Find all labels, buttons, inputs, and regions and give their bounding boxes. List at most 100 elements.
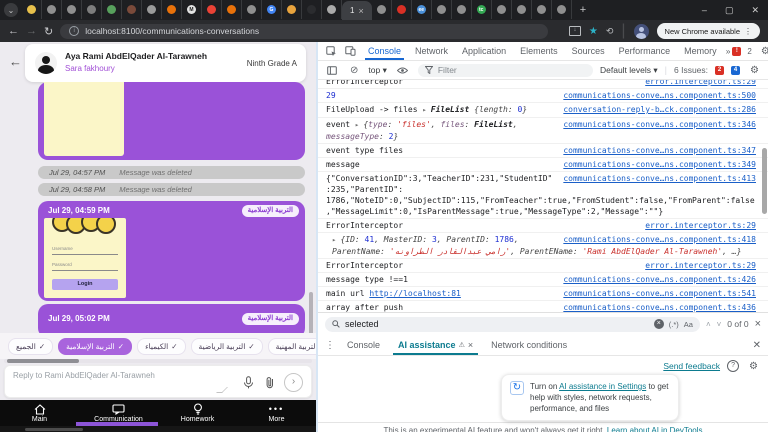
nav-more[interactable]: ••• More [237,400,316,426]
bookmark-star-icon[interactable]: ★ [589,26,598,37]
error-badge-icon[interactable]: ! [732,47,741,56]
search-prev-icon[interactable]: ˄ [706,320,711,329]
devtools-tab-sources[interactable]: Sources [565,42,612,60]
device-toolbar-icon[interactable] [342,46,359,56]
source-link[interactable]: error.interceptor.ts:29 [645,80,756,87]
site-info-icon[interactable]: i [69,26,79,36]
source-link[interactable]: communications-conve…ns.component.ts:347 [563,145,756,156]
source-link[interactable]: communications-conve…ns.component.ts:426 [563,274,756,285]
inspect-element-icon[interactable] [323,46,340,57]
devtools-tab-elements[interactable]: Elements [513,42,565,60]
drawer-tab-close-icon[interactable]: × [468,340,473,350]
browser-tab[interactable] [552,0,572,19]
drawer-close-icon[interactable]: ✕ [750,340,764,351]
ai-settings-link[interactable]: AI assistance in Settings [559,382,646,391]
window-close-button[interactable]: ✕ [742,5,768,16]
profile-avatar[interactable] [634,24,649,39]
browser-tab[interactable] [532,0,552,19]
browser-tab[interactable] [302,0,322,19]
browser-tab[interactable] [42,0,62,19]
extensions-icon[interactable]: ⟲ [606,26,614,37]
source-link[interactable]: communications-conve…ns.component.ts:413 [563,173,756,184]
devtools-tab-memory[interactable]: Memory [677,42,724,60]
attachment-paperclip-icon[interactable] [262,374,278,390]
search-next-icon[interactable]: ˅ [717,320,722,329]
message-bubble-2[interactable]: Jul 29, 04:59 PM التربية الإسلامية Usern… [38,201,305,301]
nav-main[interactable]: Main [0,400,79,426]
browser-tab[interactable] [492,0,512,19]
browser-tab[interactable] [512,0,532,19]
browser-tab[interactable] [282,0,302,19]
filter-chip[interactable]: التربية الإسلامية✓ [58,338,132,355]
send-feedback-link[interactable]: Send feedback [663,361,720,371]
bottom-scroll-thumb[interactable] [25,428,83,431]
learn-about-ai-link[interactable]: Learn about AI in DevTools [607,426,703,432]
attached-image[interactable] [44,82,124,156]
tab-close-icon[interactable]: × [358,6,363,16]
search-clear-icon[interactable]: × [654,319,664,329]
devtools-settings-gear-icon[interactable]: ⚙ [758,46,768,57]
window-minimize-button[interactable]: – [693,5,716,15]
forward-button[interactable]: → [26,25,37,37]
browser-tab[interactable] [432,0,452,19]
console-sidebar-icon[interactable] [324,66,340,75]
microphone-icon[interactable] [240,374,256,390]
browser-tab[interactable]: G [262,0,282,19]
browser-tab[interactable] [202,0,222,19]
new-tab-button[interactable]: + [572,4,594,16]
active-browser-tab[interactable]: 1 × [342,1,372,20]
log-levels-dropdown[interactable]: Default levels ▾ [600,65,658,76]
browser-tab[interactable] [142,0,162,19]
filter-chip[interactable]: الكيمياء✓ [137,338,185,355]
window-maximize-button[interactable]: ▢ [716,5,743,16]
search-input[interactable]: selected × (.*) Aa [325,317,700,332]
send-button[interactable]: › [284,373,303,392]
back-arrow-button[interactable]: ← [9,54,22,69]
source-link[interactable]: conversation-reply-b…ck.component.ts:286 [563,104,756,115]
browser-tab[interactable] [162,0,182,19]
clear-console-icon[interactable]: ⊘ [347,65,361,76]
filter-chip[interactable]: الجميع✓ [8,338,53,355]
source-link[interactable]: communications-conve…ns.component.ts:500 [563,90,756,101]
install-icon[interactable]: ↓ [569,26,581,36]
browser-tab[interactable] [452,0,472,19]
reload-button[interactable]: ↻ [44,25,53,38]
source-link[interactable]: communications-conve…ns.component.ts:346 [563,119,756,130]
address-bar[interactable]: i localhost:8100/communications-conversa… [60,24,548,39]
ai-settings-gear-icon[interactable]: ⚙ [746,361,761,372]
browser-tab[interactable] [62,0,82,19]
browser-tab[interactable]: ee [412,0,432,19]
source-link[interactable]: error.interceptor.ts:29 [645,260,756,271]
filter-chip[interactable]: التربية الرياضية✓ [191,338,263,355]
case-toggle[interactable]: Aa [684,320,693,329]
browser-tab[interactable] [122,0,142,19]
help-icon[interactable]: ? [727,360,739,372]
browser-tab[interactable]: M [182,0,202,19]
tab-search-chevron-icon[interactable]: ⌄ [4,3,18,17]
browser-tab[interactable] [102,0,122,19]
chips-horizontal-scrollbar[interactable] [4,359,312,363]
eye-icon[interactable] [394,67,411,74]
url-text[interactable]: localhost:8100/communications-conversati… [85,26,259,36]
browser-tab[interactable] [242,0,262,19]
drawer-kebab-icon[interactable]: ⋮ [322,340,338,351]
new-chrome-button[interactable]: New Chrome available ⋮ [657,23,760,39]
devtools-tab-application[interactable]: Application [455,42,513,60]
back-button[interactable]: ← [8,25,19,37]
drawer-tab-console[interactable]: Console [338,335,389,355]
more-panels-chevron[interactable]: » [726,46,731,56]
browser-tab[interactable] [22,0,42,19]
browser-tab[interactable] [322,0,342,19]
source-link[interactable]: communications-conve…ns.component.ts:541 [563,288,756,299]
message-bubble-1[interactable] [38,82,305,160]
drawer-tab-ai-assistance[interactable]: AI assistance ⚠ × [389,335,482,355]
browser-tab[interactable] [392,0,412,19]
teacher-name-link[interactable]: Sara fakhoury [65,64,115,73]
console-settings-gear-icon[interactable]: ⚙ [747,65,762,76]
source-link[interactable]: communications-conve…ns.component.ts:436 [563,302,756,312]
drawer-tab-network-conditions[interactable]: Network conditions [482,335,576,355]
nav-homework[interactable]: Homework [158,400,237,426]
filter-chip[interactable]: التربية المهنية✓ [268,338,316,355]
devtools-tab-performance[interactable]: Performance [612,42,678,60]
source-link[interactable]: communications-conve…ns.component.ts:349 [563,159,756,170]
